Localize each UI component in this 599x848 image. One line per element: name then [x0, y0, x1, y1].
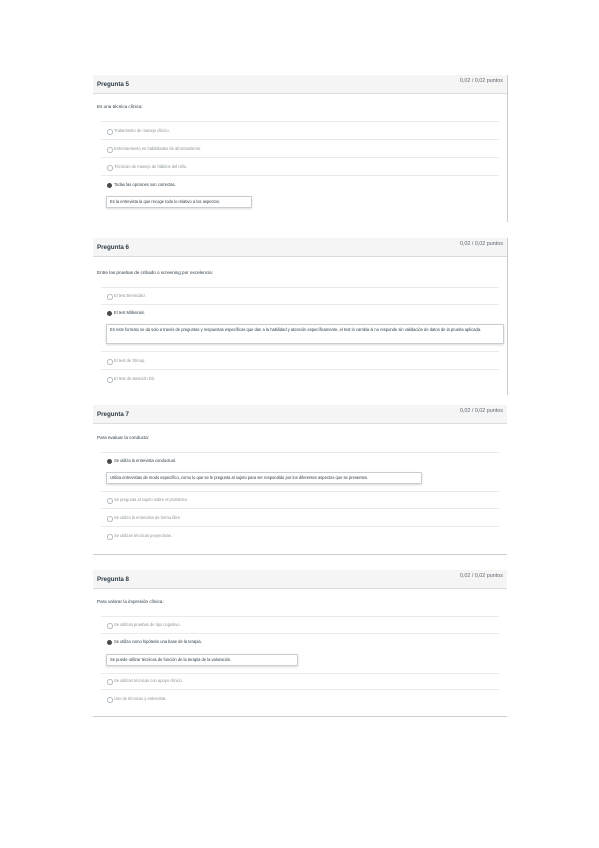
question-border	[507, 238, 508, 395]
question-points: 0,02 / 0,02 puntos	[459, 408, 503, 414]
question-header: Pregunta 6 0,02 / 0,02 puntos	[93, 238, 507, 257]
question-text: Para valorar la impresión clínica:	[97, 599, 164, 604]
radio-button-checked[interactable]	[107, 459, 112, 464]
divider	[101, 121, 499, 122]
answer-option-label: El test Millennial.	[114, 310, 145, 315]
radio-button[interactable]	[107, 498, 113, 504]
answer-option-label: Uso de técnicas y entrevista.	[114, 696, 167, 701]
question-bottom-border	[93, 554, 507, 555]
question-bottom-border	[93, 716, 507, 717]
divider	[101, 175, 499, 176]
question-header: Pregunta 5 0,02 / 0,02 puntos	[93, 75, 507, 94]
answer-feedback: Se puede utilizar técnicas de función de…	[106, 654, 298, 666]
divider	[101, 508, 499, 509]
question-title: Pregunta 5	[97, 81, 129, 88]
divider	[101, 673, 499, 674]
answer-option-label: Se pregunta al sujeto sobre el problema.	[114, 497, 188, 502]
question-points: 0,02 / 0,02 puntos	[459, 78, 503, 84]
question-title: Pregunta 8	[97, 576, 129, 583]
answer-option-label: Todas las opciones son correctas.	[114, 182, 176, 187]
radio-button[interactable]	[107, 623, 113, 629]
radio-button[interactable]	[107, 294, 113, 300]
radio-button[interactable]	[107, 697, 113, 703]
radio-button-checked[interactable]	[107, 311, 112, 316]
question-title: Pregunta 6	[97, 244, 129, 251]
radio-button[interactable]	[107, 359, 113, 365]
answer-option-label: Tratamiento de manejo clínico.	[114, 128, 170, 133]
divider	[101, 287, 499, 288]
divider	[101, 304, 499, 305]
question-border	[507, 75, 508, 222]
divider	[101, 369, 499, 370]
radio-button[interactable]	[107, 516, 113, 522]
radio-button[interactable]	[107, 534, 113, 540]
divider	[101, 526, 499, 527]
divider	[101, 633, 499, 634]
radio-button[interactable]	[107, 377, 113, 383]
answer-option-label: Se utiliza la entrevista de forma libre.	[114, 515, 182, 520]
answer-feedback: En este formato se da solo a través de p…	[106, 324, 504, 344]
question-8: Pregunta 8 0,02 / 0,02 puntos Para valor…	[93, 570, 507, 703]
question-6: Pregunta 6 0,02 / 0,02 puntos Entre las …	[93, 238, 507, 383]
answer-option-label: Se utiliza como hipótesis una base de la…	[114, 639, 202, 644]
radio-button[interactable]	[107, 165, 113, 171]
radio-button[interactable]	[107, 147, 113, 153]
answer-feedback: Utiliza entrevistas de modo específico, …	[106, 472, 422, 484]
answer-option-label: Se utiliza la entrevista conductual.	[114, 458, 176, 463]
answer-feedback: Es la entrevista la que recoge todo lo r…	[106, 196, 252, 208]
question-points: 0,02 / 0,02 puntos	[459, 573, 503, 579]
answer-option-label: Se utilizan técnicas con apoyo clínico.	[114, 678, 183, 683]
answer-option-label: El test de atención D2.	[114, 376, 156, 381]
question-header: Pregunta 8 0,02 / 0,02 puntos	[93, 570, 507, 589]
divider	[101, 452, 499, 453]
divider	[101, 139, 499, 140]
divider	[101, 616, 499, 617]
question-header: Pregunta 7 0,02 / 0,02 puntos	[93, 405, 507, 424]
question-text: Es una técnica clínica:	[97, 104, 143, 109]
radio-button-checked[interactable]	[107, 183, 112, 188]
answer-option-label: Técnicas de manejo de hábitos del niño.	[114, 164, 188, 169]
answer-option-label: Se utilizan técnicas proyectivas.	[114, 533, 173, 538]
answer-option-label: Se utilizan pruebas de tipo cognitivo.	[114, 622, 181, 627]
answer-option-label: El test Bermúdez.	[114, 293, 147, 298]
divider	[101, 491, 499, 492]
question-text: Entre las pruebas de cribado o screening…	[97, 270, 213, 275]
divider	[101, 689, 499, 690]
answer-option-label: El test de Stroop.	[114, 358, 146, 363]
radio-button-checked[interactable]	[107, 640, 112, 645]
answer-option-label: Entrenamiento en habilidades de afrontam…	[114, 146, 202, 151]
question-5: Pregunta 5 0,02 / 0,02 puntos Es una téc…	[93, 75, 507, 208]
question-title: Pregunta 7	[97, 411, 129, 418]
divider	[101, 351, 499, 352]
question-text: Para evaluar la conducta:	[97, 435, 150, 440]
question-points: 0,02 / 0,02 puntos	[459, 241, 503, 247]
question-7: Pregunta 7 0,02 / 0,02 puntos Para evalu…	[93, 405, 507, 540]
radio-button[interactable]	[107, 679, 113, 685]
radio-button[interactable]	[107, 129, 113, 135]
divider	[101, 157, 499, 158]
